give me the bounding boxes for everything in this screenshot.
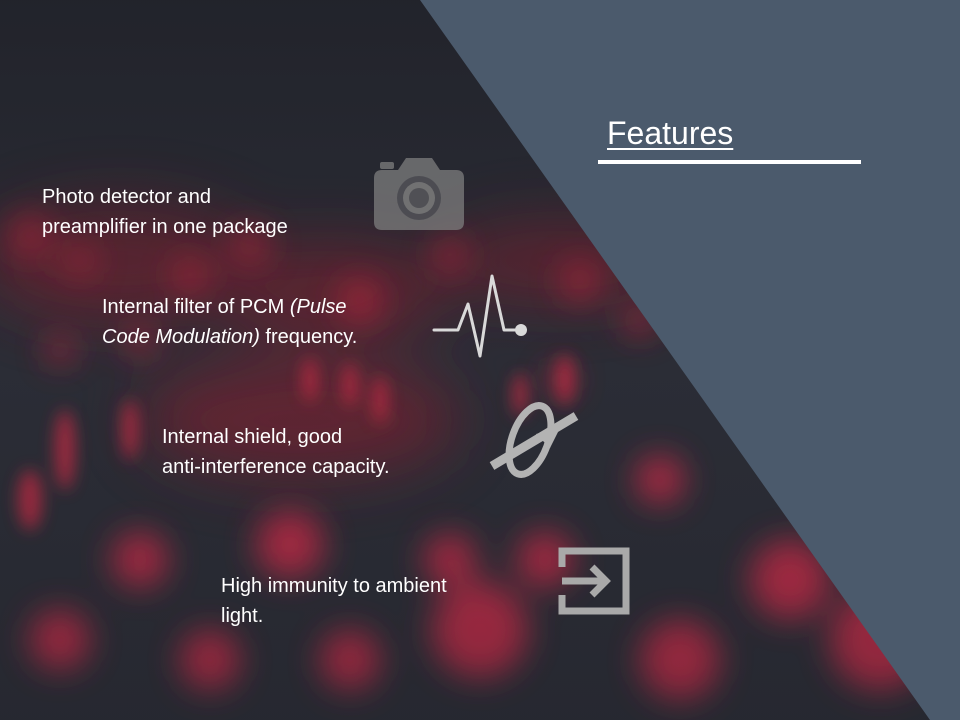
feature-italic-text: (Pulse (289, 296, 347, 318)
camera-icon (374, 158, 464, 230)
shield-orbit-icon (489, 402, 579, 478)
feature-line: High immunity to ambient (221, 575, 447, 597)
feature-internal-shield: Internal shield, good anti-interference … (162, 422, 390, 482)
pulse-icon (432, 274, 527, 358)
exit-arrow-icon (558, 547, 630, 615)
feature-line: Code Modulation) frequency. (102, 322, 357, 352)
feature-pcm-filter: Internal filter of PCM (Pulse Code Modul… (102, 292, 357, 352)
feature-line: Internal shield, good (162, 426, 343, 448)
feature-text: frequency. (259, 326, 358, 348)
title-underline-bar (598, 160, 861, 164)
features-title: Features (607, 115, 734, 151)
feature-line: preamplifier in one package (42, 216, 288, 238)
feature-line: light. (221, 605, 264, 627)
feature-text: Internal filter of PCM (102, 296, 290, 318)
feature-ambient-light: High immunity to ambient light. (221, 571, 447, 631)
feature-line: Photo detector and (42, 186, 212, 208)
feature-photo-detector: Photo detector and preamplifier in one p… (42, 182, 288, 242)
feature-italic-text: Code Modulation) (102, 326, 260, 348)
feature-line: Internal filter of PCM (Pulse (102, 292, 357, 322)
feature-line: anti-interference capacity. (162, 456, 390, 478)
